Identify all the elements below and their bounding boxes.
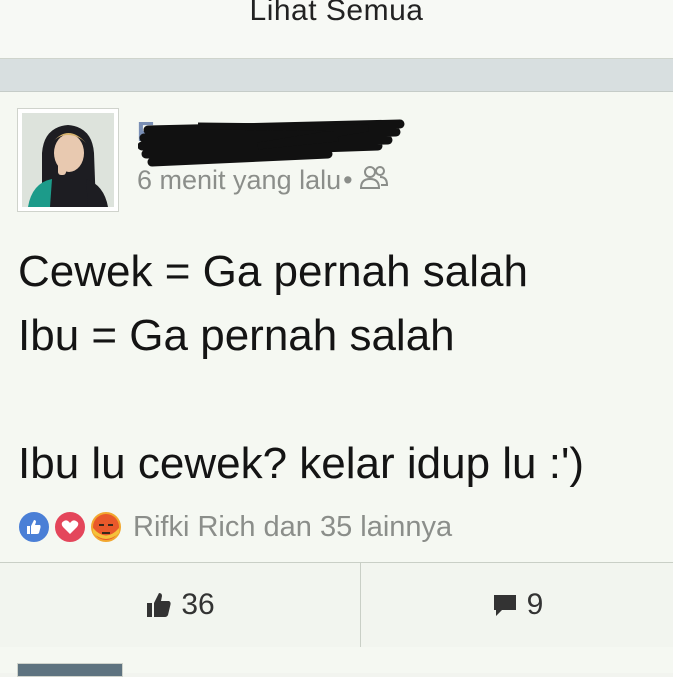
post-body: Cewek = Ga pernah salah Ibu = Ga pernah … (18, 247, 585, 488)
redaction-scribble (138, 119, 405, 167)
next-feed-post (0, 647, 673, 677)
love-icon (53, 510, 87, 544)
comment-button[interactable]: 9 (361, 563, 673, 647)
meta-separator: • (343, 165, 353, 195)
thumbs-up-icon (147, 593, 171, 617)
reaction-summary[interactable]: Rifki Rich dan 35 lainnya (17, 510, 452, 544)
avatar[interactable] (17, 108, 119, 212)
friends-icon[interactable] (359, 164, 389, 197)
angry-icon (89, 510, 123, 544)
see-all-link[interactable]: Lihat Semua (0, 0, 673, 28)
see-all-card[interactable]: Lihat Semua (0, 0, 673, 59)
reaction-summary-text[interactable]: Rifki Rich dan 35 lainnya (133, 511, 452, 544)
like-icon (17, 510, 51, 544)
post-action-bar: 36 9 (0, 562, 673, 648)
feed-post: Fa 6 menit yang lalu • Cewek = Ga pernah… (0, 92, 673, 562)
like-count: 36 (181, 588, 215, 621)
reaction-icons (17, 510, 129, 544)
comment-icon (493, 595, 516, 616)
post-meta: 6 menit yang lalu • (137, 164, 389, 197)
profile-photo (22, 113, 114, 207)
next-post-avatar[interactable] (17, 663, 123, 677)
like-button[interactable]: 36 (0, 563, 360, 647)
timestamp[interactable]: 6 menit yang lalu (137, 165, 341, 196)
feed-separator (0, 59, 673, 92)
comment-count: 9 (526, 588, 544, 621)
